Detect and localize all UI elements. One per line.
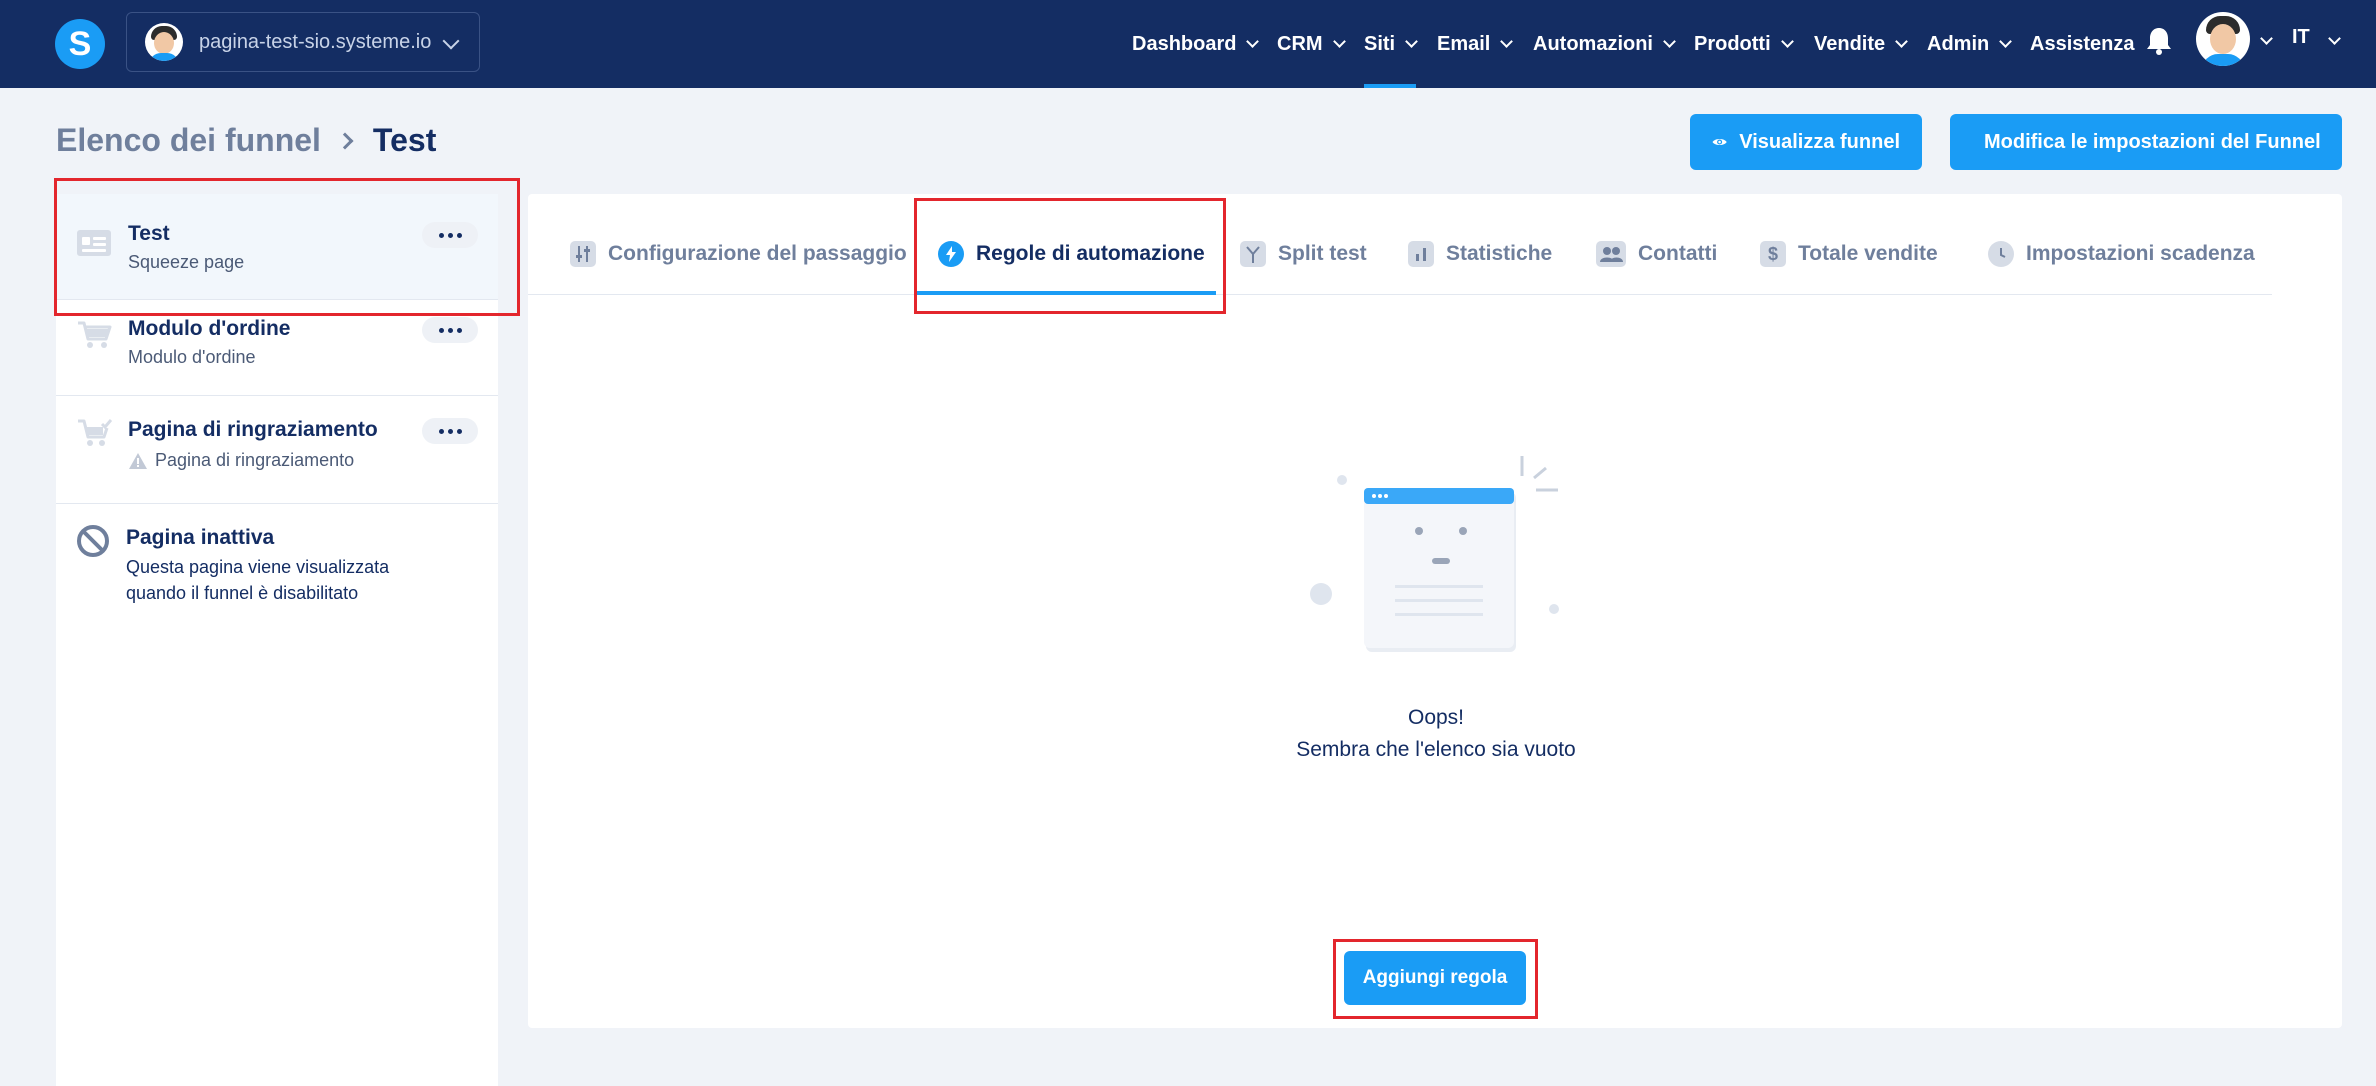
more-options-button[interactable] bbox=[422, 317, 478, 343]
chevron-down-icon bbox=[1246, 34, 1260, 48]
more-options-button[interactable] bbox=[422, 418, 478, 444]
chevron-down-icon bbox=[1500, 34, 1514, 48]
step-subtitle: Squeeze page bbox=[128, 252, 245, 272]
chevron-down-icon bbox=[1663, 34, 1676, 48]
step-item-thank-you[interactable]: Pagina di ringraziamento Pagina di ringr… bbox=[56, 396, 498, 504]
nav-email[interactable]: Email bbox=[1437, 0, 1514, 88]
nav-siti[interactable]: Siti bbox=[1364, 0, 1418, 88]
funnel-settings-button[interactable]: Modifica le impostazioni del Funnel bbox=[1950, 114, 2342, 170]
active-tab-indicator bbox=[916, 291, 1216, 295]
step-item-test[interactable]: Test Squeeze page bbox=[56, 194, 498, 300]
bar-chart-icon bbox=[1408, 241, 1434, 267]
step-title: Test bbox=[128, 222, 170, 245]
nav-admin[interactable]: Admin bbox=[1927, 0, 2013, 88]
add-rule-button[interactable]: Aggiungi regola bbox=[1344, 951, 1526, 1005]
step-subtitle: Pagina di ringraziamento bbox=[155, 450, 355, 470]
step-title: Pagina di ringraziamento bbox=[128, 418, 378, 441]
chevron-down-icon bbox=[1780, 34, 1794, 48]
funnel-steps-sidebar: Test Squeeze page Modulo d'ordine Modulo… bbox=[56, 194, 498, 1086]
eye-icon bbox=[1712, 138, 1727, 146]
empty-state-title: Oops! bbox=[1407, 706, 1465, 729]
breadcrumb: Elenco dei funnel Test bbox=[56, 122, 436, 159]
chevron-down-icon bbox=[1999, 34, 2013, 48]
chevron-down-icon bbox=[1895, 34, 1909, 48]
cart-icon bbox=[78, 321, 112, 348]
site-name: pagina-test-sio.systeme.io bbox=[199, 30, 432, 53]
tab-total-sales[interactable]: $ Totale vendite bbox=[1760, 234, 1938, 274]
lightning-icon bbox=[938, 241, 964, 267]
cart-check-icon bbox=[78, 419, 112, 446]
chevron-down-icon bbox=[442, 32, 460, 50]
nav-dashboard[interactable]: Dashboard bbox=[1132, 0, 1260, 88]
empty-list-illustration bbox=[1310, 456, 1559, 652]
bell-icon[interactable] bbox=[2146, 26, 2172, 56]
top-navbar: S pagina-test-sio.systeme.io Dashboard C… bbox=[0, 0, 2376, 88]
breadcrumb-funnel-list[interactable]: Elenco dei funnel bbox=[56, 122, 321, 159]
nav-prodotti[interactable]: Prodotti bbox=[1694, 0, 1794, 88]
step-subtitle: Questa pagina viene visualizzata bbox=[126, 557, 390, 577]
nav-automazioni[interactable]: Automazioni bbox=[1533, 0, 1676, 88]
users-icon bbox=[1596, 241, 1626, 267]
nav-crm[interactable]: CRM bbox=[1277, 0, 1346, 88]
squeeze-page-icon bbox=[77, 230, 111, 256]
step-item-order-form[interactable]: Modulo d'ordine Modulo d'ordine bbox=[56, 300, 498, 396]
disabled-icon bbox=[77, 525, 109, 557]
site-avatar bbox=[145, 23, 183, 61]
dollar-icon: $ bbox=[1760, 241, 1786, 267]
language-selector[interactable]: IT bbox=[2292, 26, 2310, 49]
warning-icon bbox=[129, 453, 147, 469]
nav-assistenza[interactable]: Assistenza bbox=[2030, 0, 2135, 88]
user-avatar[interactable] bbox=[2196, 12, 2250, 66]
tab-statistics[interactable]: Statistiche bbox=[1408, 234, 1552, 274]
tab-split-test[interactable]: Split test bbox=[1240, 234, 1367, 274]
systeme-logo[interactable]: S bbox=[55, 19, 105, 69]
site-selector[interactable]: pagina-test-sio.systeme.io bbox=[126, 12, 480, 72]
chevron-down-icon[interactable] bbox=[2328, 32, 2341, 45]
tab-step-configuration[interactable]: Configurazione del passaggio bbox=[570, 234, 907, 274]
chevron-down-icon bbox=[1405, 34, 1418, 48]
empty-state-subtitle: Sembra che l'elenco sia vuoto bbox=[1296, 738, 1576, 761]
step-subtitle: Modulo d'ordine bbox=[128, 347, 256, 367]
tab-automation-rules[interactable]: Regole di automazione bbox=[938, 234, 1205, 274]
tab-contacts[interactable]: Contatti bbox=[1596, 234, 1717, 274]
view-funnel-button[interactable]: Visualizza funnel bbox=[1690, 114, 1922, 170]
step-title: Modulo d'ordine bbox=[128, 317, 291, 340]
chevron-down-icon[interactable] bbox=[2260, 32, 2273, 45]
chevron-down-icon bbox=[1332, 34, 1346, 48]
more-options-button[interactable] bbox=[422, 222, 478, 248]
breadcrumb-current: Test bbox=[372, 122, 437, 158]
nav-vendite[interactable]: Vendite bbox=[1814, 0, 1909, 88]
clock-icon bbox=[1988, 241, 2014, 267]
step-subtitle: quando il funnel è disabilitato bbox=[126, 583, 359, 603]
split-icon bbox=[1240, 241, 1266, 267]
chevron-right-icon bbox=[336, 132, 354, 149]
tab-expiration-settings[interactable]: Impostazioni scadenza bbox=[1988, 234, 2255, 274]
step-item-inactive-page[interactable]: Pagina inattiva Questa pagina viene visu… bbox=[56, 504, 498, 624]
tabs-divider bbox=[528, 294, 2272, 295]
step-title: Pagina inattiva bbox=[126, 526, 275, 549]
sliders-icon bbox=[570, 241, 596, 267]
